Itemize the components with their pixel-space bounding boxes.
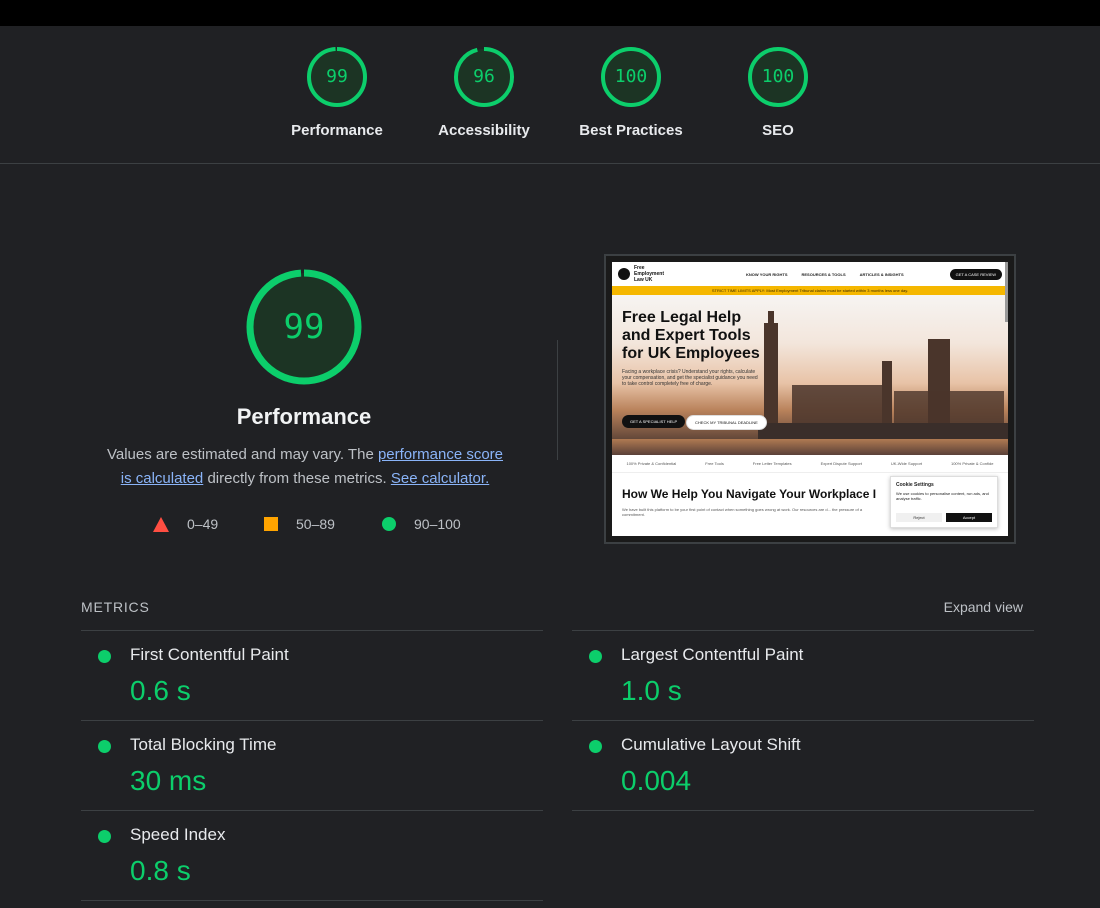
triangle-icon xyxy=(153,516,169,532)
preview-nav-item: KNOW YOUR RIGHTS xyxy=(746,271,788,277)
performance-description: Values are estimated and may vary. The p… xyxy=(100,443,510,491)
preview-nav-item: RESOURCES & TOOLS xyxy=(801,271,846,277)
gauge-score: 100 xyxy=(761,66,795,87)
legend-pass-label: 90–100 xyxy=(414,516,461,532)
preview-features: 100% Private & Confidential Free Tools F… xyxy=(612,455,1008,473)
gauge-label: Accessibility xyxy=(438,122,530,139)
legend-average: 50–89 xyxy=(264,516,335,532)
metric-value: 0.6 s xyxy=(130,675,191,706)
description-text: Values are estimated and may vary. The xyxy=(106,446,378,463)
legend-fail-label: 0–49 xyxy=(187,516,219,532)
pass-circle-icon xyxy=(98,650,111,663)
preview-cookie-banner: Cookie Settings We use cookies to person… xyxy=(890,476,998,528)
metric-value: 1.0 s xyxy=(621,675,682,706)
parliament-shape xyxy=(792,385,882,425)
preview-secondary-button: CHECK MY TRIBUNAL DEADLINE xyxy=(686,415,767,430)
gauge-label: SEO xyxy=(762,122,794,139)
metrics-heading: METRICS xyxy=(81,599,150,615)
water-shape xyxy=(612,439,1008,455)
metric-cumulative-layout-shift: Cumulative Layout Shift 0.004 xyxy=(572,720,1034,810)
metric-value: 0.8 s xyxy=(130,855,191,886)
metric-speed-index: Speed Index 0.8 s xyxy=(81,810,543,900)
bridge-shape xyxy=(758,423,1008,439)
preview-hero: Free Legal Help and Expert Tools for UK … xyxy=(612,295,1008,455)
gauge-score: 100 xyxy=(614,66,648,87)
gauge-seo[interactable]: 100 SEO xyxy=(713,46,843,139)
parliament-shape xyxy=(894,391,1004,425)
preview-nav: Free Employment Law UK KNOW YOUR RIGHTS … xyxy=(612,262,1008,286)
performance-score: 99 xyxy=(283,307,325,347)
metric-label: Cumulative Layout Shift xyxy=(621,735,801,754)
gauge-label: Performance xyxy=(291,122,383,139)
gauge-score: 99 xyxy=(326,66,348,87)
preview-nav-item: ARTICLES & INSIGHTS xyxy=(859,271,904,277)
square-icon xyxy=(264,517,278,531)
cookie-accept: Accept xyxy=(946,513,992,522)
metric-first-contentful-paint: First Contentful Paint 0.6 s xyxy=(81,630,543,720)
expand-view-toggle[interactable]: Expand view xyxy=(944,599,1023,615)
preview-section-text: We have built this platform to be your f… xyxy=(622,507,863,517)
performance-title: Performance xyxy=(236,404,372,429)
legend-pass: 90–100 xyxy=(382,516,461,532)
preview-banner: STRICT TIME LIMITS APPLY: Most Employmen… xyxy=(612,286,1008,295)
metric-label: Largest Contentful Paint xyxy=(621,645,804,664)
gauge-accessibility[interactable]: 96 Accessibility xyxy=(419,46,549,139)
gauge-best-practices[interactable]: 100 Best Practices xyxy=(566,46,696,139)
preview-feature: 100% Private & Confidential xyxy=(626,461,677,466)
metric-largest-contentful-paint: Largest Contentful Paint 1.0 s xyxy=(572,630,1034,720)
pass-circle-icon xyxy=(589,650,602,663)
pass-circle-icon xyxy=(98,830,111,843)
preview-feature: UK-Wide Support xyxy=(890,461,923,466)
legend-fail: 0–49 xyxy=(153,516,218,532)
metric-total-blocking-time: Total Blocking Time 30 ms xyxy=(81,720,543,810)
logo-icon xyxy=(618,268,630,280)
preview-paragraph: Facing a workplace crisis? Understand yo… xyxy=(622,369,758,387)
divider xyxy=(81,900,543,901)
preview-feature: Expert Dispute Support xyxy=(820,461,862,466)
circle-icon xyxy=(382,517,396,531)
top-bar xyxy=(0,0,1100,26)
preview-feature: 100% Private & Confide xyxy=(950,461,994,466)
metric-label: Speed Index xyxy=(130,825,226,844)
final-screenshot[interactable]: Free Employment Law UK KNOW YOUR RIGHTS … xyxy=(604,254,1016,544)
legend-average-label: 50–89 xyxy=(296,516,335,532)
gauge-label: Best Practices xyxy=(579,122,683,139)
pass-circle-icon xyxy=(98,740,111,753)
cookie-reject: Reject xyxy=(896,513,942,522)
gauge-score: 96 xyxy=(473,66,495,87)
metric-value: 30 ms xyxy=(130,765,207,796)
preview-feature: Free Tools xyxy=(705,461,724,466)
divider xyxy=(557,340,558,460)
metric-label: First Contentful Paint xyxy=(130,645,289,664)
tower-shape xyxy=(882,361,892,425)
preview-brand: Free Employment Law UK xyxy=(634,265,665,283)
preview-scrollbar xyxy=(1005,262,1008,322)
preview-feature: Free Letter Templates xyxy=(752,461,792,466)
metric-label: Total Blocking Time xyxy=(130,735,277,754)
cookie-text: We use cookies to personalise content, r… xyxy=(896,491,989,501)
performance-gauge: 99 xyxy=(244,267,364,387)
preview-primary-button: GET A SPECIALIST HELP xyxy=(622,415,686,428)
see-calculator-link[interactable]: See calculator. xyxy=(391,470,489,487)
page-preview: Free Employment Law UK KNOW YOUR RIGHTS … xyxy=(612,262,1008,536)
metric-value: 0.004 xyxy=(621,765,692,796)
preview-cta: GET A CASE REVIEW xyxy=(949,268,1002,280)
cookie-title: Cookie Settings xyxy=(896,482,934,488)
pass-circle-icon xyxy=(589,740,602,753)
description-text: directly from these metrics. xyxy=(203,470,387,487)
score-summary: 99 Performance 96 Accessibility 100 Best… xyxy=(0,26,1100,164)
divider xyxy=(572,810,1034,811)
preview-headline: Free Legal Help and Expert Tools for UK … xyxy=(622,309,760,362)
gauge-performance[interactable]: 99 Performance xyxy=(272,46,402,139)
